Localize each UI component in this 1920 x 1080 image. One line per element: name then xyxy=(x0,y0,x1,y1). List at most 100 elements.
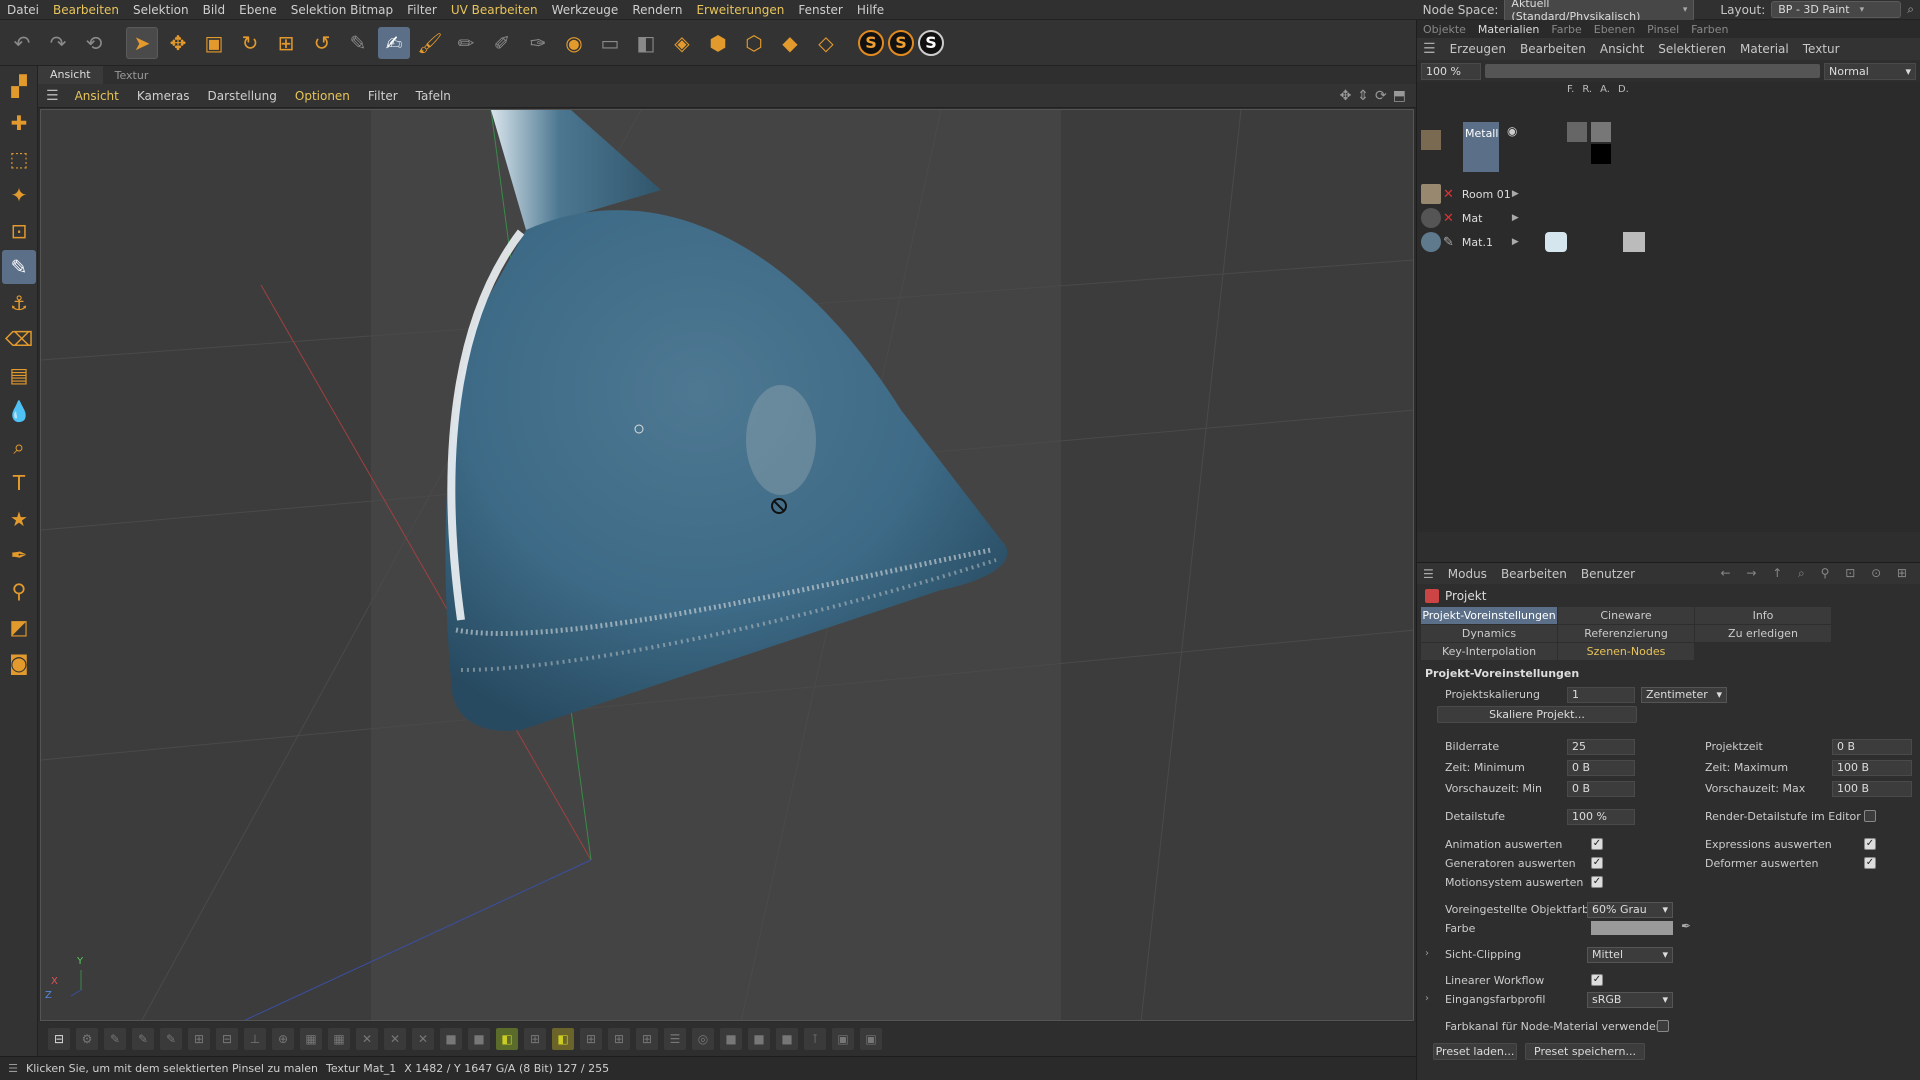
hamburger-icon[interactable]: ☰ xyxy=(0,1062,26,1075)
input-detailstufe[interactable]: 100 % xyxy=(1567,809,1635,825)
grid2-icon[interactable]: ⊟ xyxy=(216,1028,238,1050)
menu-datei[interactable]: Datei xyxy=(0,3,46,17)
grid4-icon[interactable]: ⊞ xyxy=(580,1028,602,1050)
menu-selektion[interactable]: Selektion xyxy=(126,3,196,17)
menu-bearbeiten[interactable]: Bearbeiten xyxy=(46,3,126,17)
brush-small3-icon[interactable]: ✎ xyxy=(160,1028,182,1050)
cross3-icon[interactable]: ✕ xyxy=(412,1028,434,1050)
tab-zu-erledigen[interactable]: Zu erledigen xyxy=(1695,625,1831,642)
undo-icon[interactable]: ↶ xyxy=(6,27,38,59)
chevron-right-icon[interactable]: ▶ xyxy=(1512,213,1519,223)
grid5-icon[interactable]: ⊞ xyxy=(608,1028,630,1050)
material-row-mat[interactable]: ✕ Mat ▶ xyxy=(1417,206,1920,230)
tab-objekte[interactable]: Objekte xyxy=(1417,23,1472,36)
gradient-icon[interactable]: ▤ xyxy=(2,358,36,392)
text-icon[interactable]: T xyxy=(2,466,36,500)
drop-icon[interactable]: 💧 xyxy=(2,394,36,428)
rotate-alt-icon[interactable]: ↺ xyxy=(306,27,338,59)
menu-erweiterungen[interactable]: Erweiterungen xyxy=(689,3,791,17)
tab-key-interpolation[interactable]: Key-Interpolation xyxy=(1421,643,1557,660)
search-icon[interactable]: ⌕ xyxy=(1907,2,1914,17)
frame2-icon[interactable]: ◧ xyxy=(630,27,662,59)
s-plugin3-icon[interactable]: S xyxy=(918,29,944,56)
undo-view-icon[interactable]: ⟲ xyxy=(78,27,110,59)
input-projektskalierung[interactable]: 1 xyxy=(1567,687,1635,703)
circle-icon[interactable]: ◎ xyxy=(692,1028,714,1050)
tab-materialien[interactable]: Materialien xyxy=(1472,23,1545,36)
material-metall[interactable]: Metall xyxy=(1463,122,1499,172)
paint-setup-icon[interactable]: ✎ xyxy=(342,27,374,59)
tab-dynamics[interactable]: Dynamics xyxy=(1421,625,1557,642)
grid3-icon[interactable]: ⊞ xyxy=(524,1028,546,1050)
checkbox-deformer[interactable]: ✓ xyxy=(1864,857,1876,869)
attr-modus[interactable]: Modus xyxy=(1448,567,1487,581)
square4-icon[interactable]: ■ xyxy=(748,1028,770,1050)
chevron-right-icon[interactable]: › xyxy=(1425,948,1429,959)
opacity-slider[interactable] xyxy=(1485,64,1820,78)
rotate-view-icon[interactable]: ⟳ xyxy=(1375,88,1387,104)
menu-material[interactable]: Material xyxy=(1740,42,1789,56)
square2-icon[interactable]: ■ xyxy=(468,1028,490,1050)
brush-tool-icon[interactable]: ✎ xyxy=(2,250,36,284)
tab-ansicht[interactable]: Ansicht xyxy=(38,66,103,84)
vmenu-filter[interactable]: Filter xyxy=(360,89,406,103)
brush-small-icon[interactable]: ✎ xyxy=(104,1028,126,1050)
vmenu-darstellung[interactable]: Darstellung xyxy=(200,89,285,103)
input-vorschau-max[interactable]: 100 B xyxy=(1832,781,1912,797)
wand-icon[interactable]: ✦ xyxy=(2,178,36,212)
checkbox-linearer-workflow[interactable]: ✓ xyxy=(1591,974,1603,986)
vmenu-kameras[interactable]: Kameras xyxy=(129,89,198,103)
tab-referenzierung[interactable]: Referenzierung xyxy=(1558,625,1694,642)
zoom-view-icon[interactable]: ⇕ xyxy=(1357,88,1369,104)
toggle-green-icon[interactable]: ◧ xyxy=(496,1028,518,1050)
cube-orange-icon[interactable]: ⬡ xyxy=(738,27,770,59)
attr-nav-icons[interactable]: ← → ↑ ⌕ ⚲ ⊡ ⊙ ⊞ xyxy=(1720,566,1920,581)
checkbox-farbkanal[interactable] xyxy=(1657,1020,1669,1032)
chevron-right-icon[interactable]: ▶ xyxy=(1512,189,1519,199)
cube-icon[interactable]: ⬢ xyxy=(702,27,734,59)
texture-icon[interactable]: ◉ xyxy=(558,27,590,59)
cube-outline-icon[interactable]: ◇ xyxy=(810,27,842,59)
menu-ansicht-r[interactable]: Ansicht xyxy=(1600,42,1644,56)
chevron-right-icon[interactable]: › xyxy=(1425,993,1429,1004)
material-row-room01[interactable]: ✕ Room 01 ▶ xyxy=(1417,182,1920,206)
checkbox-generatoren[interactable]: ✓ xyxy=(1591,857,1603,869)
stamp-icon[interactable]: ⚓ xyxy=(2,286,36,320)
vmenu-optionen[interactable]: Optionen xyxy=(287,89,358,103)
vmenu-ansicht[interactable]: Ansicht xyxy=(67,89,127,103)
sicht-clipping-dropdown[interactable]: Mittel ▾ xyxy=(1587,947,1673,963)
checkbox-render-detail[interactable] xyxy=(1864,810,1876,822)
frame2-icon[interactable]: ▦ xyxy=(328,1028,350,1050)
square7-icon[interactable]: ▣ xyxy=(860,1028,882,1050)
checker-cube-icon[interactable]: ◈ xyxy=(666,27,698,59)
s-plugin-icon[interactable]: S xyxy=(858,29,884,56)
menu-bild[interactable]: Bild xyxy=(196,3,233,17)
maximize-view-icon[interactable]: ⬒ xyxy=(1393,88,1406,104)
menu-selektion-bitmap[interactable]: Selektion Bitmap xyxy=(284,3,400,17)
menu-ebene[interactable]: Ebene xyxy=(232,3,284,17)
grid-icon[interactable]: ⊞ xyxy=(188,1028,210,1050)
link-icon[interactable]: ⊺ xyxy=(804,1028,826,1050)
hamburger-icon[interactable]: ☰ xyxy=(1423,567,1434,581)
snap-icon[interactable]: ⊕ xyxy=(272,1028,294,1050)
unit-dropdown[interactable]: Zentimeter ▾ xyxy=(1641,687,1727,703)
square3-icon[interactable]: ■ xyxy=(720,1028,742,1050)
material-row-mat1[interactable]: ✎ Mat.1 ▶ xyxy=(1417,230,1920,254)
objektfarbe-dropdown[interactable]: 60% Grau ▾ xyxy=(1587,902,1673,918)
checkbox-motionsystem[interactable]: ✓ xyxy=(1591,876,1603,888)
menu-uv-bearbeiten[interactable]: UV Bearbeiten xyxy=(444,3,545,17)
grid6-icon[interactable]: ⊞ xyxy=(636,1028,658,1050)
paint-3d-icon[interactable]: ✍ xyxy=(378,26,410,59)
tab-farbe[interactable]: Farbe xyxy=(1545,23,1587,36)
close-icon[interactable]: ✕ xyxy=(1443,187,1454,202)
square-icon[interactable]: ■ xyxy=(440,1028,462,1050)
square6-icon[interactable]: ▣ xyxy=(832,1028,854,1050)
menu-filter[interactable]: Filter xyxy=(400,3,444,17)
cube-grey-icon[interactable]: ◆ xyxy=(774,27,806,59)
hamburger-icon[interactable]: ☰ xyxy=(1423,41,1436,57)
toggle-yellow-icon[interactable]: ◧ xyxy=(552,1028,574,1050)
brush-small2-icon[interactable]: ✎ xyxy=(132,1028,154,1050)
attr-benutzer[interactable]: Benutzer xyxy=(1581,567,1635,581)
menu-hilfe[interactable]: Hilfe xyxy=(850,3,891,17)
chevron-right-icon[interactable]: ▶ xyxy=(1512,237,1519,247)
